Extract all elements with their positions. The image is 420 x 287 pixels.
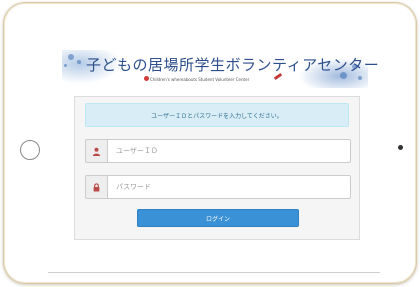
user-icon bbox=[85, 139, 107, 163]
bubble-decoration bbox=[77, 60, 81, 64]
user-id-group bbox=[85, 139, 351, 163]
user-id-input[interactable] bbox=[107, 139, 351, 163]
bubble-decoration bbox=[68, 54, 74, 60]
bubble-decoration bbox=[64, 64, 67, 67]
camera-dot bbox=[398, 145, 403, 150]
app-screen: 子どもの居場所学生ボランティアセンター Children's whereabou… bbox=[48, 20, 380, 273]
login-button[interactable]: ログイン bbox=[137, 209, 299, 227]
tablet-frame: 子どもの居場所学生ボランティアセンター Children's whereabou… bbox=[3, 2, 417, 284]
password-group bbox=[85, 175, 351, 199]
login-panel: ユーザーＩＤとパスワードを入力してください。 ユーザーＩＤ ログイン bbox=[74, 96, 360, 240]
bubble-decoration bbox=[358, 76, 362, 80]
login-instructions: ユーザーＩＤとパスワードを入力してください。 bbox=[85, 103, 349, 127]
logo-mark-icon bbox=[144, 76, 149, 81]
home-button[interactable] bbox=[20, 140, 40, 160]
lock-icon bbox=[85, 175, 107, 199]
site-subtitle: Children's whereabouts Student Volunteer… bbox=[150, 77, 250, 82]
header-banner: 子どもの居場所学生ボランティアセンター Children's whereabou… bbox=[62, 50, 379, 88]
site-title: 子どもの居場所学生ボランティアセンター bbox=[86, 56, 380, 74]
password-input[interactable] bbox=[107, 175, 351, 199]
